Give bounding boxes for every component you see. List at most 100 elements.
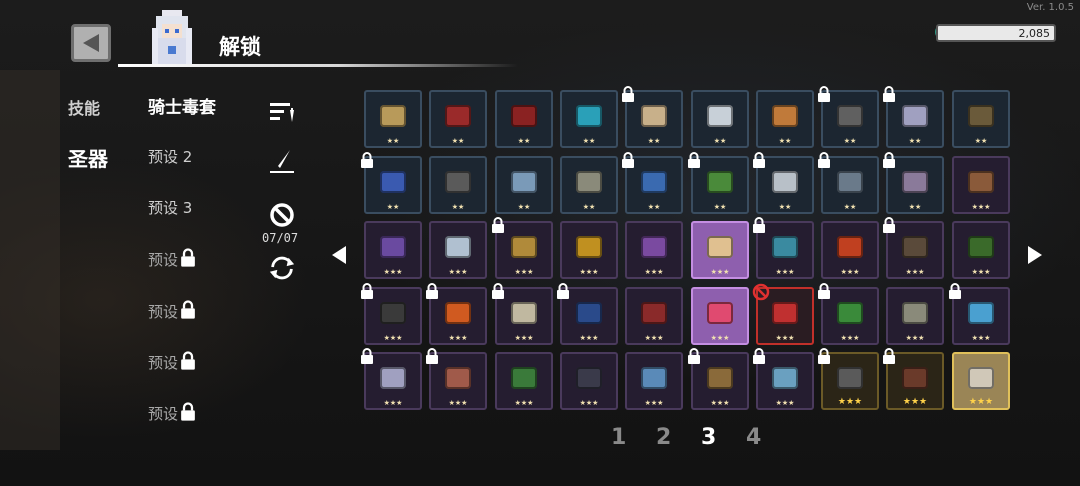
relic-slot[interactable]: ★★ bbox=[818, 86, 879, 148]
relic-slot[interactable]: ★★ bbox=[429, 90, 487, 148]
relic-icon bbox=[380, 104, 406, 127]
relic-slot[interactable]: ★★★ bbox=[364, 221, 422, 279]
lock-icon bbox=[491, 217, 505, 233]
page-number[interactable]: 3 bbox=[701, 425, 716, 450]
preset-item[interactable]: 预设 bbox=[148, 351, 196, 374]
rarity-stars: ★★ bbox=[386, 203, 400, 211]
relic-slot[interactable]: ★★ bbox=[691, 90, 749, 148]
relic-icon bbox=[576, 301, 602, 324]
relic-slot[interactable]: ★★★ bbox=[426, 283, 487, 345]
relic-slot[interactable]: ★★★ bbox=[560, 221, 618, 279]
relic-icon bbox=[641, 170, 667, 193]
page-number[interactable]: 2 bbox=[656, 425, 671, 450]
relic-slot[interactable]: ★★★ bbox=[818, 283, 879, 345]
relic-slot[interactable]: ★★★ bbox=[818, 348, 879, 410]
relic-slot[interactable]: ★★ bbox=[495, 156, 553, 214]
rarity-stars: ★★ bbox=[647, 203, 661, 211]
relic-slot[interactable]: ★★ bbox=[361, 152, 422, 214]
relic-slot[interactable]: ★★ bbox=[622, 86, 683, 148]
relic-slot[interactable]: ★★★ bbox=[557, 283, 618, 345]
rarity-stars: ★★★ bbox=[579, 399, 599, 407]
lock-icon bbox=[621, 86, 635, 102]
relic-grid: ★★ ★★ ★★ ★★ ★★ ★★ ★★ ★★ ★★ ★★ ★★ ★★ ★★ ★★ ★★ ★★ ★★ ★★ ★★ ★★… bbox=[361, 86, 1012, 412]
relic-slot[interactable]: ★★ bbox=[756, 90, 814, 148]
lock-icon bbox=[817, 283, 831, 299]
page-number[interactable]: 1 bbox=[611, 425, 626, 450]
relic-icon bbox=[707, 104, 733, 127]
preset-item[interactable]: 预设 bbox=[148, 248, 196, 271]
clear-button[interactable] bbox=[268, 202, 296, 228]
relic-slot[interactable]: ★★★ bbox=[560, 352, 618, 410]
rarity-stars: ★★★ bbox=[448, 268, 468, 276]
back-button[interactable] bbox=[71, 24, 111, 62]
relic-slot[interactable]: ★★ bbox=[753, 152, 814, 214]
rarity-stars: ★★★ bbox=[579, 334, 599, 342]
relic-icon bbox=[968, 170, 994, 193]
relic-slot[interactable]: ★★ bbox=[364, 90, 422, 148]
relic-slot[interactable]: ★★★ bbox=[883, 217, 944, 279]
rarity-stars: ★★★ bbox=[905, 334, 925, 342]
relic-slot[interactable]: ★★★ bbox=[952, 156, 1010, 214]
rarity-stars: ★★ bbox=[517, 137, 531, 145]
relic-slot[interactable]: ★★ bbox=[883, 86, 944, 148]
relic-slot[interactable]: ★★★ bbox=[952, 352, 1010, 410]
preset-item[interactable]: 预设 2 bbox=[148, 146, 192, 167]
relic-slot[interactable]: ★★★ bbox=[625, 287, 683, 345]
relic-slot[interactable]: ★★★ bbox=[426, 348, 487, 410]
rarity-stars: ★★★ bbox=[902, 397, 928, 407]
prev-page-arrow[interactable] bbox=[330, 244, 348, 270]
next-page-arrow[interactable] bbox=[1026, 244, 1044, 270]
relic-slot[interactable]: ★★ bbox=[495, 90, 553, 148]
rarity-stars: ★★ bbox=[517, 203, 531, 211]
relic-slot[interactable]: ★★★ bbox=[495, 352, 553, 410]
relic-slot[interactable]: ★★★ bbox=[949, 283, 1010, 345]
preset-item[interactable]: 预设 bbox=[148, 300, 196, 323]
relic-slot[interactable]: ★★★ bbox=[361, 348, 422, 410]
lock-icon bbox=[621, 152, 635, 168]
relic-slot[interactable]: ★★ bbox=[818, 152, 879, 214]
rarity-stars: ★★★ bbox=[971, 334, 991, 342]
relic-slot[interactable]: ★★ bbox=[688, 152, 749, 214]
rarity-stars: ★★★ bbox=[840, 334, 860, 342]
page-number[interactable]: 4 bbox=[746, 425, 761, 450]
relic-slot[interactable]: ★★★ bbox=[753, 217, 814, 279]
preset-item[interactable]: 骑士毒套 bbox=[148, 93, 216, 118]
rarity-stars: ★★ bbox=[582, 137, 596, 145]
relic-slot[interactable]: ★★★ bbox=[753, 348, 814, 410]
rarity-stars: ★★ bbox=[647, 137, 661, 145]
sort-button[interactable] bbox=[268, 100, 296, 124]
relic-slot[interactable]: ★★★ bbox=[429, 221, 487, 279]
relic-slot[interactable]: ★★ bbox=[622, 152, 683, 214]
relic-slot[interactable]: ★★★ bbox=[752, 283, 814, 345]
relic-icon bbox=[511, 366, 537, 389]
preset-item[interactable]: 预设 bbox=[148, 402, 196, 425]
relic-slot[interactable]: ★★★ bbox=[625, 221, 683, 279]
relic-slot[interactable]: ★★ bbox=[560, 90, 618, 148]
preset-item[interactable]: 预设 3 bbox=[148, 197, 192, 218]
relic-slot[interactable]: ★★★ bbox=[492, 217, 553, 279]
relic-slot[interactable]: ★★★ bbox=[625, 352, 683, 410]
relic-slot[interactable]: ★★★ bbox=[952, 221, 1010, 279]
relic-slot[interactable]: ★★★ bbox=[691, 221, 749, 279]
rarity-stars: ★★★ bbox=[710, 399, 730, 407]
relic-slot[interactable]: ★★ bbox=[883, 152, 944, 214]
relic-icon bbox=[837, 366, 863, 389]
category-tab-relics[interactable]: 圣器 bbox=[68, 143, 108, 172]
swap-button[interactable] bbox=[268, 254, 296, 282]
rarity-stars: ★★★ bbox=[514, 268, 534, 276]
rename-button[interactable] bbox=[268, 148, 296, 176]
relic-slot[interactable]: ★★ bbox=[429, 156, 487, 214]
relic-slot[interactable]: ★★★ bbox=[492, 283, 553, 345]
relic-slot[interactable]: ★★★ bbox=[883, 348, 944, 410]
triangle-right-icon bbox=[1028, 246, 1042, 264]
category-tab-skills[interactable]: 技能 bbox=[68, 95, 100, 119]
relic-slot[interactable]: ★★★ bbox=[361, 283, 422, 345]
relic-slot[interactable]: ★★★ bbox=[688, 348, 749, 410]
relic-slot[interactable]: ★★ bbox=[560, 156, 618, 214]
relic-slot[interactable]: ★★ bbox=[952, 90, 1010, 148]
quill-pen-icon bbox=[270, 150, 294, 173]
relic-slot[interactable]: ★★★ bbox=[691, 287, 749, 345]
relic-slot[interactable]: ★★★ bbox=[821, 221, 879, 279]
lock-icon bbox=[817, 152, 831, 168]
relic-slot[interactable]: ★★★ bbox=[886, 287, 944, 345]
